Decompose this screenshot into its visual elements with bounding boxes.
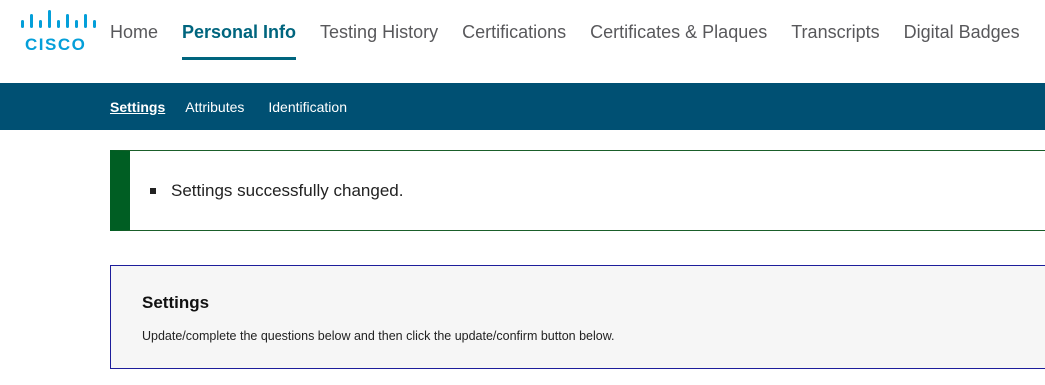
alert-message: Settings successfully changed. bbox=[150, 181, 403, 201]
nav-item-digital-badges[interactable]: Digital Badges bbox=[904, 0, 1020, 61]
logo-text: CISCO bbox=[25, 35, 87, 54]
cisco-logo[interactable]: CISCO bbox=[20, 10, 100, 54]
subnav-item-settings[interactable]: Settings bbox=[110, 99, 165, 115]
nav-item-certificates-plaques[interactable]: Certificates & Plaques bbox=[590, 0, 767, 61]
panel-title: Settings bbox=[142, 293, 210, 312]
subnav-item-attributes[interactable]: Attributes bbox=[185, 99, 244, 115]
nav-item-testing-history[interactable]: Testing History bbox=[320, 0, 438, 61]
bullet-icon bbox=[150, 188, 156, 194]
settings-panel: Settings Update/complete the questions b… bbox=[110, 265, 1045, 369]
alert-message-list: Settings successfully changed. bbox=[150, 181, 403, 201]
sub-nav: Settings Attributes Identification bbox=[110, 83, 371, 130]
nav-item-personal-info[interactable]: Personal Info bbox=[182, 0, 297, 61]
nav-item-certifications[interactable]: Certifications bbox=[462, 0, 566, 61]
top-header: CISCO Home Personal Info Testing History… bbox=[0, 0, 1045, 83]
panel-description: Update/complete the questions below and … bbox=[142, 329, 615, 343]
nav-item-transcripts[interactable]: Transcripts bbox=[791, 0, 879, 61]
cisco-bridge-icon bbox=[21, 10, 96, 28]
success-alert: Settings successfully changed. bbox=[110, 150, 1045, 231]
sub-nav-bar: Settings Attributes Identification bbox=[0, 83, 1045, 130]
nav-item-home[interactable]: Home bbox=[110, 0, 158, 61]
subnav-item-identification[interactable]: Identification bbox=[268, 99, 347, 115]
main-nav: Home Personal Info Testing History Certi… bbox=[110, 0, 1044, 83]
alert-message-text: Settings successfully changed. bbox=[171, 181, 404, 200]
